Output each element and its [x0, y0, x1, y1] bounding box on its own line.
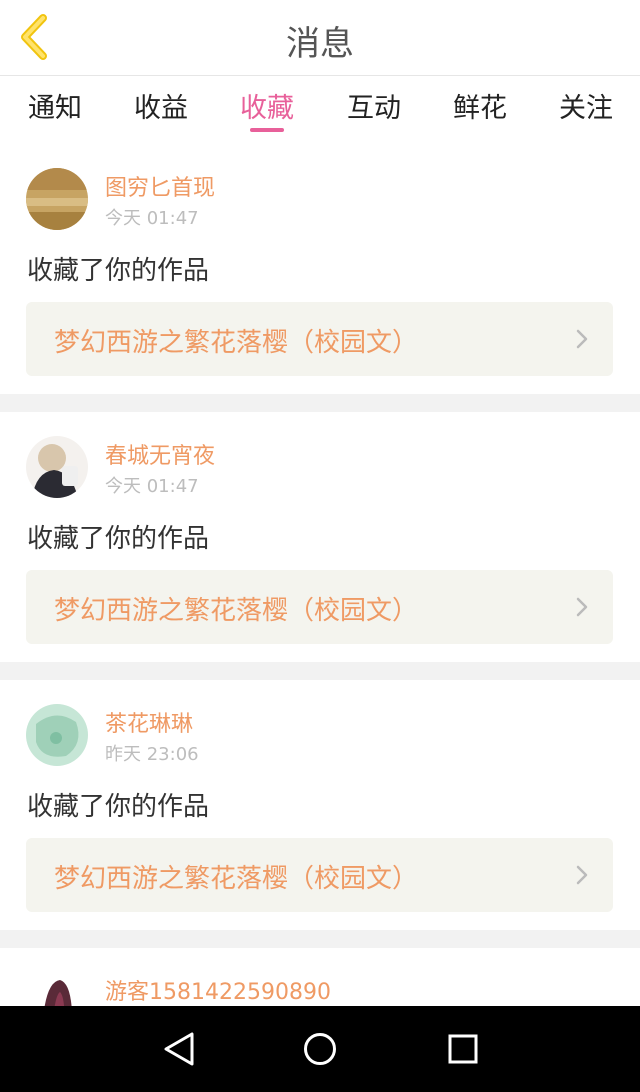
action-text: 收藏了你的作品: [27, 792, 210, 822]
list-item: 春城无宵夜 今天 01:47 收藏了你的作品 梦幻西游之繁花落樱（校园文）: [0, 412, 640, 662]
tab-interactions[interactable]: 互动: [344, 86, 404, 136]
work-title: 梦幻西游之繁花落樱（校园文）: [54, 596, 419, 626]
tab-flowers[interactable]: 鲜花: [450, 86, 510, 136]
action-text: 收藏了你的作品: [27, 256, 210, 286]
back-icon: [164, 1032, 194, 1066]
timestamp: 今天 01:47: [105, 476, 199, 497]
avatar[interactable]: [26, 168, 88, 230]
work-link[interactable]: 梦幻西游之繁花落樱（校园文）: [26, 570, 613, 644]
tab-earnings[interactable]: 收益: [131, 86, 191, 136]
work-title: 梦幻西游之繁花落樱（校园文）: [54, 864, 419, 894]
home-icon: [304, 1033, 336, 1065]
username[interactable]: 图穷匕首现: [105, 170, 215, 202]
page-title: 消息: [286, 24, 354, 64]
header-bar: 消息: [0, 0, 640, 76]
list-item: 茶花琳琳 昨天 23:06 收藏了你的作品 梦幻西游之繁花落樱（校园文）: [0, 680, 640, 930]
tab-bar: 通知 收益 收藏 互动 鲜花 关注: [0, 76, 640, 142]
work-title: 梦幻西游之繁花落樱（校园文）: [54, 328, 419, 358]
recents-icon: [448, 1034, 478, 1064]
nav-home-button[interactable]: [298, 1027, 342, 1071]
chevron-right-icon: [576, 865, 588, 885]
chevron-right-icon: [576, 329, 588, 349]
avatar[interactable]: [26, 972, 88, 1006]
active-tab-indicator: [250, 128, 284, 132]
divider: [0, 662, 640, 680]
username[interactable]: 春城无宵夜: [105, 438, 215, 470]
nav-recents-button[interactable]: [441, 1027, 485, 1071]
system-nav-bar: [0, 1006, 640, 1092]
username[interactable]: 游客1581422590890: [105, 974, 331, 1006]
avatar[interactable]: [26, 704, 88, 766]
list-item: 图穷匕首现 今天 01:47 收藏了你的作品 梦幻西游之繁花落樱（校园文）: [0, 144, 640, 394]
avatar[interactable]: [26, 436, 88, 498]
tab-notifications[interactable]: 通知: [25, 86, 85, 136]
work-link[interactable]: 梦幻西游之繁花落樱（校园文）: [26, 302, 613, 376]
username[interactable]: 茶花琳琳: [105, 706, 193, 738]
tab-following[interactable]: 关注: [556, 86, 616, 136]
timestamp: 昨天 23:06: [105, 744, 199, 765]
list-item: 游客1581422590890: [0, 948, 640, 1006]
chevron-right-icon: [576, 597, 588, 617]
nav-back-button[interactable]: [157, 1027, 201, 1071]
divider: [0, 394, 640, 412]
timestamp: 今天 01:47: [105, 208, 199, 229]
divider: [0, 930, 640, 948]
action-text: 收藏了你的作品: [27, 524, 210, 554]
work-link[interactable]: 梦幻西游之繁花落樱（校园文）: [26, 838, 613, 912]
